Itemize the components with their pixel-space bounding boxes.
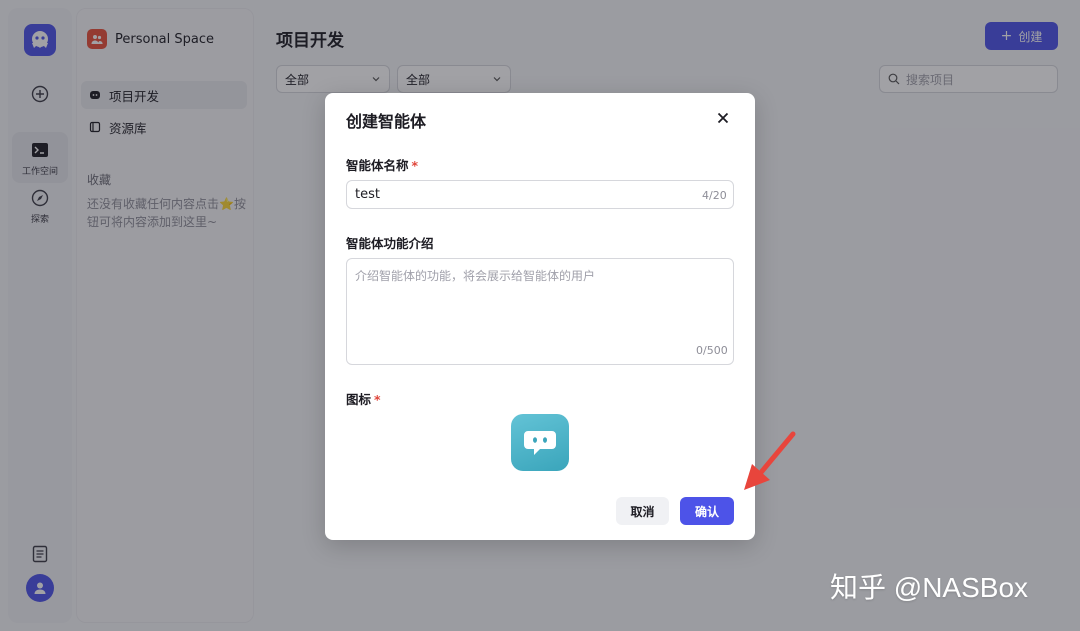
required-mark: * bbox=[411, 158, 419, 173]
desc-field-label: 智能体功能介绍 bbox=[346, 236, 434, 251]
annotation-arrow-icon bbox=[744, 431, 796, 490]
agent-name-value: test bbox=[355, 187, 380, 202]
create-agent-dialog: 创建智能体 智能体名称 * test 4/20 智能体功能介绍 介绍智能体的功能，… bbox=[325, 93, 755, 540]
desc-char-counter: 0/500 bbox=[696, 344, 728, 357]
name-label-text: 智能体名称 bbox=[346, 158, 409, 173]
watermark-text: 知乎 @NASBox bbox=[830, 572, 1029, 603]
agent-avatar-picker[interactable] bbox=[511, 414, 569, 471]
agent-description-textarea[interactable]: 介绍智能体的功能，将会展示给智能体的用户 bbox=[346, 258, 734, 365]
agent-name-input[interactable]: test bbox=[346, 180, 734, 209]
name-char-counter: 4/20 bbox=[702, 189, 727, 202]
dialog-title: 创建智能体 bbox=[346, 112, 427, 131]
close-icon bbox=[717, 112, 729, 124]
chat-bubble-icon bbox=[524, 430, 556, 455]
cancel-button[interactable]: 取消 bbox=[616, 497, 669, 525]
icon-label-text: 图标 bbox=[346, 392, 372, 407]
confirm-button[interactable]: 确认 bbox=[680, 497, 734, 525]
name-field-label: 智能体名称 * bbox=[346, 155, 418, 174]
required-mark: * bbox=[374, 392, 381, 407]
close-button[interactable] bbox=[714, 109, 732, 127]
icon-field-label: 图标 * bbox=[346, 389, 381, 408]
desc-placeholder: 介绍智能体的功能，将会展示给智能体的用户 bbox=[355, 269, 596, 283]
